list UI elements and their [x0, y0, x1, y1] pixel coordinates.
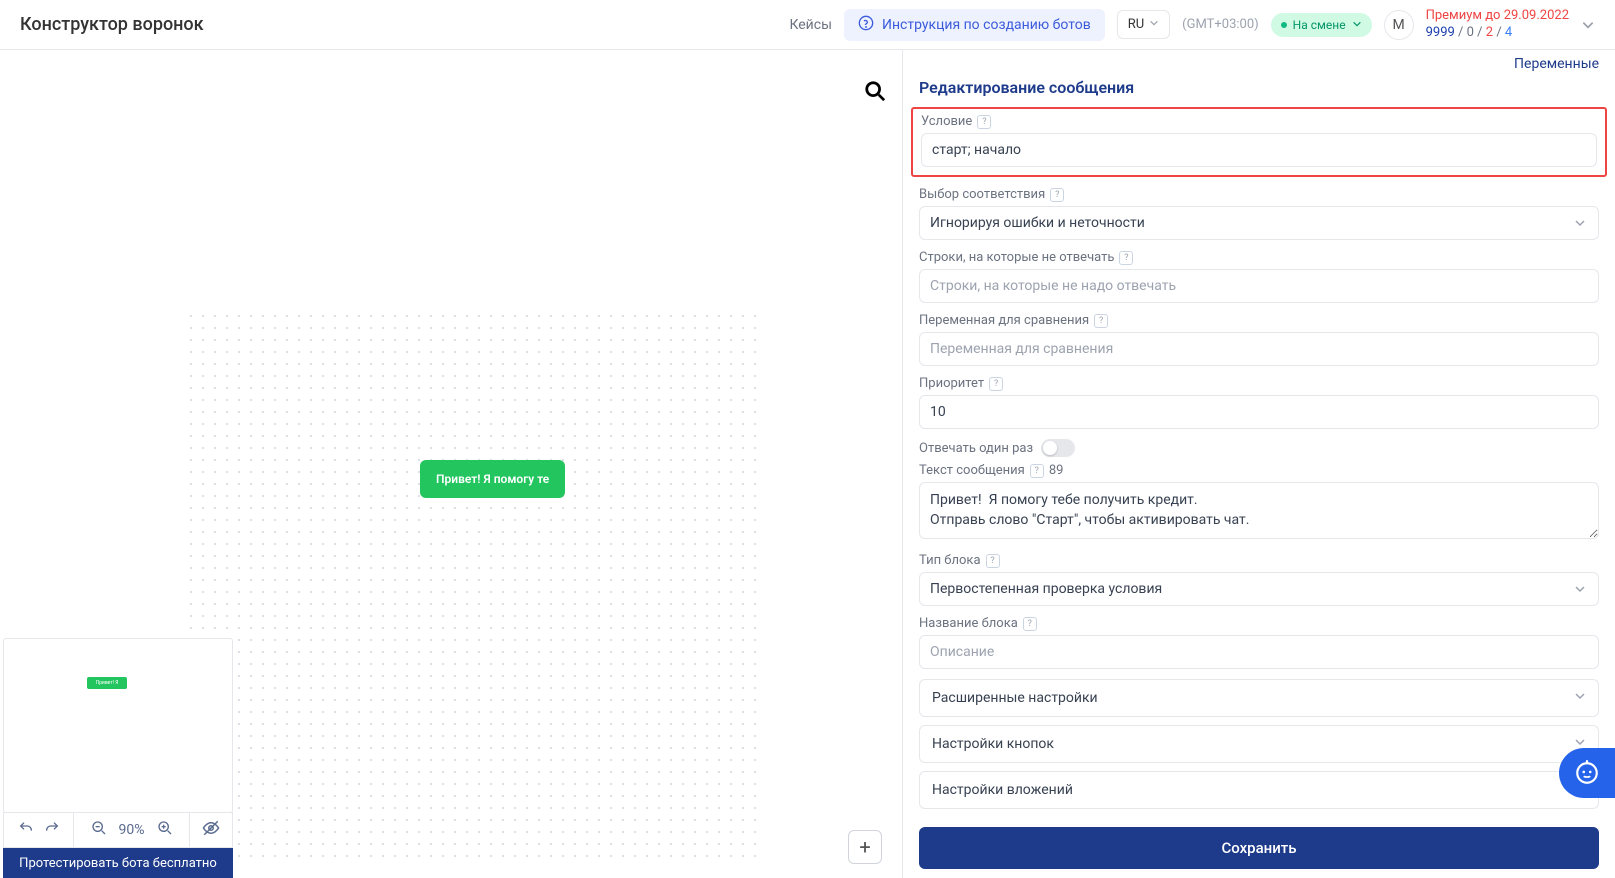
help-circle-icon	[858, 15, 874, 35]
noreply-label: Строки, на которые не отвечать	[919, 250, 1114, 265]
page-title: Конструктор воронок	[20, 14, 204, 35]
compare-var-input[interactable]	[919, 332, 1599, 366]
account-dropdown-toggle[interactable]	[1581, 18, 1595, 32]
instruction-button[interactable]: Инструкция по созданию ботов	[844, 9, 1105, 41]
help-icon[interactable]: ?	[1030, 464, 1044, 478]
priority-label: Приоритет	[919, 376, 984, 391]
match-group: Выбор соответствия ? Игнорируя ошибки и …	[919, 187, 1599, 240]
search-icon[interactable]	[864, 80, 886, 107]
char-count: 89	[1049, 463, 1064, 478]
chat-fab[interactable]	[1559, 748, 1615, 798]
canvas-grid	[185, 310, 765, 860]
canvas-toolbar: 90%	[3, 812, 233, 848]
premium-info: Премиум до 29.09.2022 9999 / 0 / 2 / 4	[1426, 8, 1569, 42]
redo-button[interactable]	[44, 820, 60, 840]
main-content: Привет! Я помогу те Привет! Я помогу те …	[0, 50, 1615, 878]
block-name-input[interactable]	[919, 635, 1599, 669]
help-icon[interactable]: ?	[989, 377, 1003, 391]
priority-group: Приоритет ?	[919, 376, 1599, 429]
editor-panel: Переменные Редактирование сообщения Усло…	[902, 50, 1615, 878]
premium-stats: 9999 / 0 / 2 / 4	[1426, 25, 1569, 42]
reply-once-row: Отвечать один раз	[919, 439, 1599, 457]
message-textarea[interactable]	[919, 482, 1599, 539]
advanced-settings-accordion[interactable]: Расширенные настройки	[919, 679, 1599, 717]
undo-button[interactable]	[18, 820, 34, 840]
chevron-down-icon	[1352, 18, 1362, 32]
help-icon[interactable]: ?	[1119, 251, 1133, 265]
zoom-level: 90%	[119, 822, 145, 838]
user-avatar[interactable]: М	[1384, 10, 1414, 40]
language-select[interactable]: RU	[1117, 10, 1170, 39]
attachment-settings-accordion[interactable]: Настройки вложений	[919, 771, 1599, 809]
app-header: Конструктор воронок Кейсы Инструкция по …	[0, 0, 1615, 50]
message-label: Текст сообщения	[919, 463, 1025, 478]
language-value: RU	[1128, 17, 1144, 32]
canvas-area[interactable]: Привет! Я помогу те Привет! Я помогу те …	[0, 50, 902, 878]
header-actions: Кейсы Инструкция по созданию ботов RU (G…	[789, 8, 1595, 42]
help-icon[interactable]: ?	[1094, 314, 1108, 328]
status-label: На смене	[1293, 18, 1346, 32]
test-bot-button[interactable]: Протестировать бота бесплатно	[3, 848, 233, 878]
minimap-node: Привет! Я помогу те	[87, 677, 127, 689]
add-node-button[interactable]: +	[848, 830, 882, 864]
condition-label: Условие	[921, 114, 972, 129]
zoom-out-button[interactable]	[91, 820, 107, 840]
noreply-input[interactable]	[919, 269, 1599, 303]
compare-var-label: Переменная для сравнения	[919, 313, 1089, 328]
block-type-group: Тип блока ? Первостепенная проверка усло…	[919, 553, 1599, 606]
button-settings-accordion[interactable]: Настройки кнопок	[919, 725, 1599, 763]
panel-title: Редактирование сообщения	[903, 72, 1615, 107]
block-name-label: Название блока	[919, 616, 1018, 631]
variables-link[interactable]: Переменные	[903, 50, 1615, 72]
cases-link[interactable]: Кейсы	[789, 17, 832, 33]
compare-var-group: Переменная для сравнения ?	[919, 313, 1599, 366]
chevron-down-icon	[1574, 690, 1586, 706]
chevron-down-icon	[1149, 17, 1159, 32]
reply-once-toggle[interactable]	[1041, 439, 1075, 457]
minimap[interactable]: Привет! Я помогу те	[3, 638, 233, 813]
block-type-select[interactable]: Первостепенная проверка условия	[919, 572, 1599, 606]
condition-group: Условие ?	[911, 107, 1607, 177]
block-type-label: Тип блока	[919, 553, 981, 568]
premium-expiry: Премиум до 29.09.2022	[1426, 8, 1569, 25]
help-icon[interactable]: ?	[1050, 188, 1064, 202]
status-dot-icon	[1281, 22, 1287, 28]
visibility-toggle[interactable]	[202, 819, 220, 841]
noreply-group: Строки, на которые не отвечать ?	[919, 250, 1599, 303]
priority-input[interactable]	[919, 395, 1599, 429]
instruction-label: Инструкция по созданию ботов	[882, 17, 1091, 33]
match-label: Выбор соответствия	[919, 187, 1045, 202]
canvas-node[interactable]: Привет! Я помогу те	[420, 460, 565, 498]
save-button[interactable]: Сохранить	[919, 827, 1599, 869]
message-group: Текст сообщения ? 89	[919, 463, 1599, 543]
zoom-in-button[interactable]	[157, 820, 173, 840]
timezone-text: (GMT+03:00)	[1182, 17, 1259, 32]
help-icon[interactable]: ?	[986, 554, 1000, 568]
help-icon[interactable]: ?	[1023, 617, 1037, 631]
minimap-viewport: Привет! Я помогу те	[4, 639, 232, 812]
help-icon[interactable]: ?	[977, 115, 991, 129]
status-pill[interactable]: На смене	[1271, 13, 1372, 37]
chatbot-icon	[1574, 760, 1600, 786]
condition-input[interactable]	[921, 133, 1597, 167]
match-select[interactable]: Игнорируя ошибки и неточности	[919, 206, 1599, 240]
reply-once-label: Отвечать один раз	[919, 441, 1033, 456]
block-name-group: Название блока ?	[919, 616, 1599, 669]
